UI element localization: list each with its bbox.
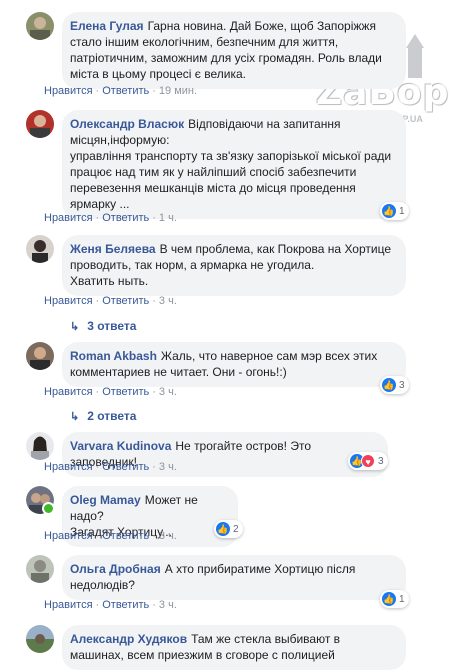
avatar[interactable] <box>26 12 54 40</box>
reactions-count: 1 <box>399 593 405 605</box>
comment-author[interactable]: Oleg Mamay <box>70 493 141 507</box>
comment-author[interactable]: Женя Беляева <box>70 242 156 256</box>
avatar[interactable] <box>26 555 54 583</box>
separator: · <box>95 295 100 307</box>
separator: · <box>95 461 100 473</box>
reactions-badge[interactable]: 👍 1 <box>380 590 409 608</box>
avatar[interactable] <box>26 110 54 138</box>
separator: · <box>95 599 100 611</box>
separator: · <box>152 85 156 97</box>
thumbs-up-icon: 👍 <box>382 204 396 218</box>
like-link[interactable]: Нравится <box>44 461 93 473</box>
comment-author[interactable]: Ольга Дробная <box>70 562 161 576</box>
comment-actions: Нравится · Ответить · 3 ч. <box>44 530 177 542</box>
reply-arrow-icon: ↳ <box>70 411 80 423</box>
avatar[interactable] <box>26 342 54 370</box>
comment-bubble: Ольга Дробная А хто прибиратиме Хортицю п… <box>62 555 406 600</box>
comment-time[interactable]: 3 ч. <box>159 530 177 542</box>
heart-icon: ♥ <box>361 454 375 468</box>
avatar[interactable] <box>26 625 54 653</box>
avatar[interactable] <box>26 432 54 460</box>
like-link[interactable]: Нравится <box>44 295 93 307</box>
thumbs-up-icon: 👍 <box>382 378 396 392</box>
reactions-count: 3 <box>378 455 384 467</box>
replies-count: 2 ответа <box>87 409 137 423</box>
comment-time[interactable]: 3 ч. <box>159 599 177 611</box>
comment-author[interactable]: Олександр Власюк <box>70 117 184 131</box>
separator: · <box>152 599 156 611</box>
comment-bubble: Александр Худяков Там же стекла выбивают … <box>62 625 406 670</box>
comment-time[interactable]: 3 ч. <box>159 386 177 398</box>
reactions-badge[interactable]: 👍 1 <box>380 202 409 220</box>
like-link[interactable]: Нравится <box>44 530 93 542</box>
thumbs-up-icon: 👍 <box>216 522 230 536</box>
comment-actions: Нравится · Ответить · 19 мин. <box>44 85 197 97</box>
comment-actions: Нравится · Ответить · 1 ч. <box>44 212 177 224</box>
reply-link[interactable]: Ответить <box>102 461 149 473</box>
like-link[interactable]: Нравится <box>44 85 93 97</box>
comment-time[interactable]: 3 ч. <box>159 295 177 307</box>
comment-author[interactable]: Александр Худяков <box>70 632 187 646</box>
reactions-badge[interactable]: 👍 3 <box>380 376 409 394</box>
comment-bubble: Roman Akbash Жаль, что наверное сам мэр в… <box>62 342 406 387</box>
view-replies-link[interactable]: ↳ 2 ответа <box>70 409 136 423</box>
reply-arrow-icon: ↳ <box>70 321 80 333</box>
reply-link[interactable]: Ответить <box>102 386 149 398</box>
separator: · <box>152 295 156 307</box>
separator: · <box>152 530 156 542</box>
comment-time[interactable]: 3 ч. <box>159 461 177 473</box>
comment-author[interactable]: Елена Гулая <box>70 19 144 33</box>
separator: · <box>95 386 100 398</box>
comment-time[interactable]: 1 ч. <box>159 212 177 224</box>
separator: · <box>95 530 100 542</box>
comment-bubble: Женя Беляева В чем проблема, как Покрова … <box>62 235 406 296</box>
reply-link[interactable]: Ответить <box>102 85 149 97</box>
reply-link[interactable]: Ответить <box>102 295 149 307</box>
comment-actions: Нравится · Ответить · 3 ч. <box>44 386 177 398</box>
comment-actions: Нравится · Ответить · 3 ч. <box>44 295 177 307</box>
comment-actions: Нравится · Ответить · 3 ч. <box>44 599 177 611</box>
reactions-badge[interactable]: 👍 ♥ 3 <box>348 452 388 470</box>
like-link[interactable]: Нравится <box>44 386 93 398</box>
reactions-badge[interactable]: 👍 2 <box>214 520 243 538</box>
reply-link[interactable]: Ответить <box>102 599 149 611</box>
comment-bubble: Олександр Власюк Відповідаючи на запитанн… <box>62 110 406 219</box>
avatar[interactable] <box>26 486 55 515</box>
reply-link[interactable]: Ответить <box>102 212 149 224</box>
online-status-icon <box>42 502 55 515</box>
comment-text: Відповідаючи на запитання місцян,інформу… <box>70 117 392 211</box>
separator: · <box>95 85 100 97</box>
separator: · <box>152 461 156 473</box>
comment-bubble: Елена Гулая Гарна новина. Дай Боже, щоб З… <box>62 12 406 89</box>
comment-author[interactable]: Varvara Kudinova <box>70 439 171 453</box>
thumbs-up-icon: 👍 <box>382 592 396 606</box>
reactions-count: 2 <box>233 523 239 535</box>
like-link[interactable]: Нравится <box>44 599 93 611</box>
comment-time[interactable]: 19 мин. <box>159 85 197 97</box>
reactions-count: 3 <box>399 379 405 391</box>
avatar[interactable] <box>26 235 54 263</box>
reply-link[interactable]: Ответить <box>102 530 149 542</box>
separator: · <box>152 212 156 224</box>
replies-count: 3 ответа <box>87 319 137 333</box>
separator: · <box>152 386 156 398</box>
like-link[interactable]: Нравится <box>44 212 93 224</box>
separator: · <box>95 212 100 224</box>
view-replies-link[interactable]: ↳ 3 ответа <box>70 319 136 333</box>
comment-actions: Нравится · Ответить · 3 ч. <box>44 461 177 473</box>
reactions-count: 1 <box>399 205 405 217</box>
comment-author[interactable]: Roman Akbash <box>70 349 157 363</box>
